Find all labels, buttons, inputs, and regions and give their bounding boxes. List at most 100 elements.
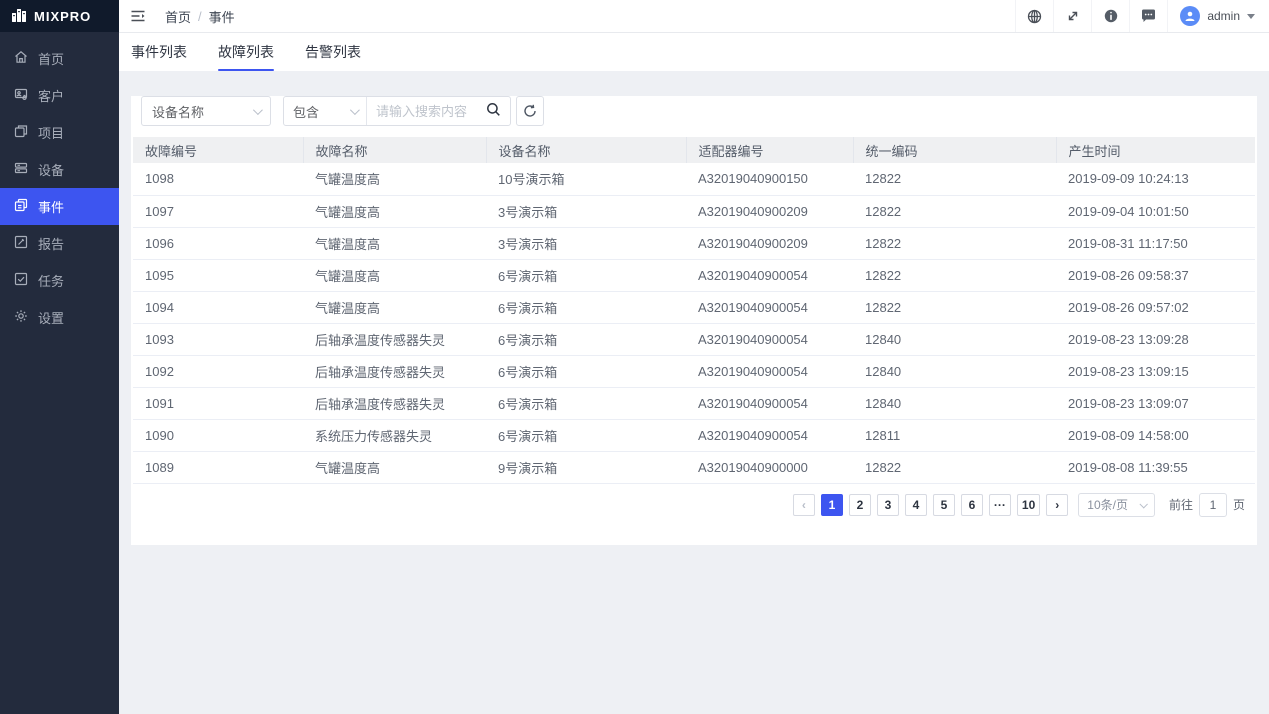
tab-event-list[interactable]: 事件列表 [131, 33, 187, 71]
cell-created-time: 2019-08-08 11:39:55 [1056, 451, 1255, 483]
sidebar-nav: 首页 客户 项目 设备 事件 报告 任务 设置 [0, 32, 119, 336]
cell-fault-name: 后轴承温度传感器失灵 [303, 387, 486, 419]
field-select[interactable]: 设备名称 [141, 96, 271, 126]
table-row[interactable]: 1092 后轴承温度传感器失灵 6号演示箱 A32019040900054 12… [133, 355, 1255, 387]
cell-adapter-id: A32019040900054 [686, 387, 853, 419]
search-input[interactable] [376, 104, 480, 119]
col-fault-name: 故障名称 [303, 137, 486, 163]
pager-page-2[interactable]: 2 [849, 494, 871, 516]
home-icon [14, 50, 28, 67]
pager-page-1[interactable]: 1 [821, 494, 843, 516]
sidebar-item-devices[interactable]: 设备 [0, 151, 119, 188]
sidebar-item-label: 首页 [38, 49, 64, 68]
table-row[interactable]: 1098 气罐温度高 10号演示箱 A32019040900150 12822 … [133, 163, 1255, 195]
user-menu[interactable]: admin [1167, 0, 1269, 32]
chevron-down-icon [1247, 14, 1255, 19]
cell-fault-id: 1090 [133, 419, 303, 451]
pager-page-10[interactable]: 10 [1017, 494, 1040, 516]
cell-adapter-id: A32019040900000 [686, 451, 853, 483]
customers-icon [14, 87, 28, 104]
sidebar-item-reports[interactable]: 报告 [0, 225, 119, 262]
cell-unified-code: 12822 [853, 227, 1056, 259]
sidebar-item-settings[interactable]: 设置 [0, 299, 119, 336]
sidebar-item-customers[interactable]: 客户 [0, 77, 119, 114]
fault-list-card: 设备名称 包含 [131, 96, 1257, 545]
cell-fault-name: 气罐温度高 [303, 291, 486, 323]
cell-device-name: 6号演示箱 [486, 259, 686, 291]
cell-adapter-id: A32019040900150 [686, 163, 853, 195]
cell-fault-name: 气罐温度高 [303, 451, 486, 483]
cell-fault-id: 1091 [133, 387, 303, 419]
tasks-icon [14, 272, 28, 289]
reports-icon [14, 235, 28, 252]
cell-unified-code: 12840 [853, 323, 1056, 355]
sidebar: MIXPRO 首页 客户 项目 设备 事件 报告 任务 [0, 0, 119, 714]
cell-adapter-id: A32019040900054 [686, 323, 853, 355]
refresh-button[interactable] [516, 96, 544, 126]
cell-unified-code: 12822 [853, 259, 1056, 291]
cell-device-name: 3号演示箱 [486, 227, 686, 259]
fullscreen-icon[interactable] [1053, 0, 1091, 32]
cell-fault-name: 后轴承温度传感器失灵 [303, 323, 486, 355]
table-row[interactable]: 1090 系统压力传感器失灵 6号演示箱 A32019040900054 128… [133, 419, 1255, 451]
field-select-value: 设备名称 [152, 102, 204, 121]
table-row[interactable]: 1091 后轴承温度传感器失灵 6号演示箱 A32019040900054 12… [133, 387, 1255, 419]
search-icon[interactable] [486, 102, 501, 120]
cell-fault-id: 1092 [133, 355, 303, 387]
cell-created-time: 2019-08-26 09:57:02 [1056, 291, 1255, 323]
sidebar-item-events[interactable]: 事件 [0, 188, 119, 225]
tab-alarm-list[interactable]: 告警列表 [305, 33, 361, 71]
pager-page-5[interactable]: 5 [933, 494, 955, 516]
app-logo: MIXPRO [0, 0, 119, 32]
table-row[interactable]: 1096 气罐温度高 3号演示箱 A32019040900209 12822 2… [133, 227, 1255, 259]
cell-fault-id: 1096 [133, 227, 303, 259]
pager-page-6[interactable]: 6 [961, 494, 983, 516]
operator-select[interactable]: 包含 [284, 97, 367, 125]
breadcrumb-separator: / [198, 9, 202, 24]
cell-created-time: 2019-08-23 13:09:07 [1056, 387, 1255, 419]
sidebar-item-projects[interactable]: 项目 [0, 114, 119, 151]
tab-bar: 事件列表 故障列表 告警列表 [119, 33, 1269, 71]
globe-icon[interactable] [1015, 0, 1053, 32]
sidebar-item-tasks[interactable]: 任务 [0, 262, 119, 299]
pager-ellipsis[interactable]: ··· [989, 494, 1011, 516]
chevron-down-icon [253, 105, 263, 115]
pager-page-3[interactable]: 3 [877, 494, 899, 516]
message-icon[interactable] [1129, 0, 1167, 32]
cell-fault-name: 气罐温度高 [303, 259, 486, 291]
projects-icon [14, 124, 28, 141]
logo-chart-icon [11, 8, 27, 25]
sidebar-item-label: 设置 [38, 308, 64, 327]
collapse-sidebar-button[interactable] [119, 0, 157, 32]
page-size-select[interactable]: 10条/页 [1078, 493, 1155, 517]
breadcrumb: 首页 / 事件 [165, 7, 235, 26]
pager-next-button[interactable]: › [1046, 494, 1068, 516]
page-content: 设备名称 包含 [119, 71, 1269, 545]
pager-prev-button[interactable]: ‹ [793, 494, 815, 516]
sidebar-item-label: 报告 [38, 234, 64, 253]
cell-unified-code: 12840 [853, 355, 1056, 387]
table-row[interactable]: 1097 气罐温度高 3号演示箱 A32019040900209 12822 2… [133, 195, 1255, 227]
table-row[interactable]: 1093 后轴承温度传感器失灵 6号演示箱 A32019040900054 12… [133, 323, 1255, 355]
table-row[interactable]: 1095 气罐温度高 6号演示箱 A32019040900054 12822 2… [133, 259, 1255, 291]
table-row[interactable]: 1094 气罐温度高 6号演示箱 A32019040900054 12822 2… [133, 291, 1255, 323]
breadcrumb-current: 事件 [209, 7, 235, 26]
cell-adapter-id: A32019040900054 [686, 419, 853, 451]
goto-page-input[interactable] [1199, 493, 1227, 517]
goto-label: 前往 [1169, 496, 1193, 513]
pager-page-4[interactable]: 4 [905, 494, 927, 516]
breadcrumb-home[interactable]: 首页 [165, 7, 191, 26]
goto-unit: 页 [1233, 496, 1245, 513]
cell-device-name: 6号演示箱 [486, 355, 686, 387]
cell-created-time: 2019-08-09 14:58:00 [1056, 419, 1255, 451]
cell-fault-name: 后轴承温度传感器失灵 [303, 355, 486, 387]
cell-created-time: 2019-08-31 11:17:50 [1056, 227, 1255, 259]
col-adapter-id: 适配器编号 [686, 137, 853, 163]
table-row[interactable]: 1089 气罐温度高 9号演示箱 A32019040900000 12822 2… [133, 451, 1255, 483]
info-icon[interactable] [1091, 0, 1129, 32]
sidebar-item-home[interactable]: 首页 [0, 40, 119, 77]
chevron-down-icon [350, 105, 360, 115]
sidebar-item-label: 设备 [38, 160, 64, 179]
tab-fault-list[interactable]: 故障列表 [218, 33, 274, 71]
col-fault-id: 故障编号 [133, 137, 303, 163]
